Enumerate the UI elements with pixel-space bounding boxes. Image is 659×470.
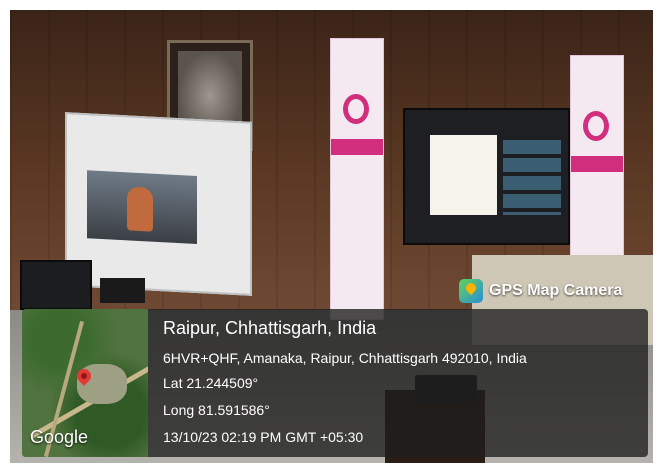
banner-stripe — [331, 139, 383, 155]
small-monitor — [20, 260, 92, 310]
projection-screen — [65, 112, 252, 296]
place-name: Raipur, Chhattisgarh, India — [163, 318, 377, 338]
participant-tiles — [503, 140, 561, 215]
conference-banner-right — [570, 55, 624, 277]
longitude: Long 81.591586° — [163, 402, 270, 418]
video-call-feed — [87, 170, 197, 245]
venus-symbol-icon — [583, 111, 609, 141]
badge-label: GPS Map Camera — [489, 282, 623, 299]
map-attribution: Google — [30, 427, 89, 447]
av-equipment — [100, 278, 145, 303]
gps-map-camera-badge: GPS Map Camera — [459, 279, 622, 303]
banner-stripe — [571, 156, 623, 172]
tv-display — [403, 108, 570, 245]
map-pin-icon — [459, 279, 483, 303]
presentation-slide — [430, 135, 497, 215]
conference-banner-left — [330, 38, 384, 320]
timestamp: 13/10/23 02:19 PM GMT +05:30 — [163, 429, 364, 445]
address: 6HVR+QHF, Amanaka, Raipur, Chhattisgarh … — [163, 350, 527, 366]
latitude: Lat 21.244509° — [163, 375, 259, 391]
venus-symbol-icon — [343, 94, 369, 124]
